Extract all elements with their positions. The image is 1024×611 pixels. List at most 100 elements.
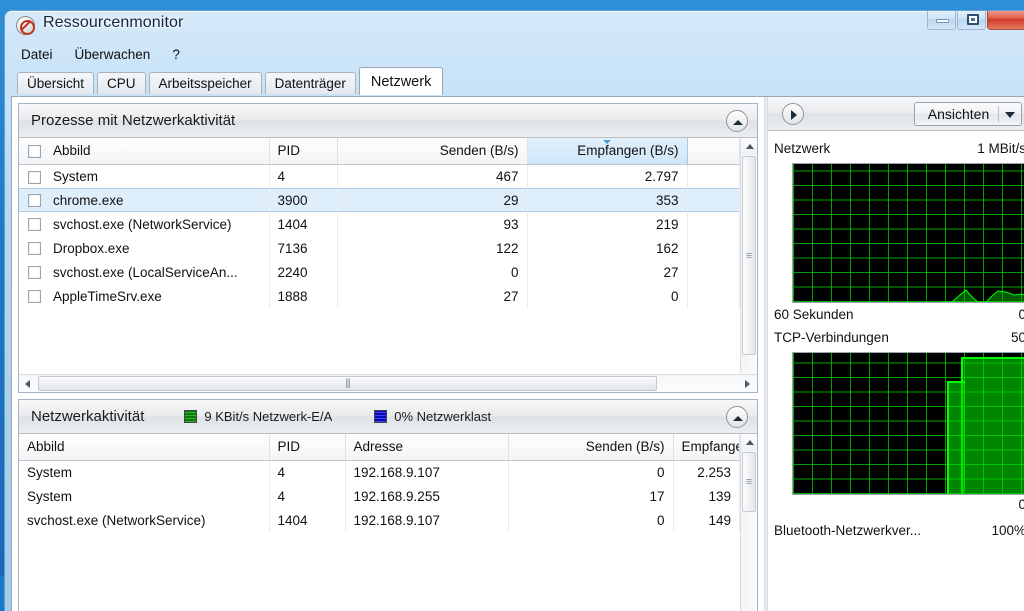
legend-network-load: 0% Netzwerklast [374,409,491,424]
row-checkbox-cell[interactable] [19,188,45,212]
scroll-up-arrow[interactable] [741,434,757,451]
tab-bar: Übersicht CPU Arbeitsspeicher Datenträge… [5,67,1024,95]
table-row[interactable]: AppleTimeSrv.exe 1888 27 0 [19,284,740,308]
row-checkbox[interactable] [28,242,41,256]
activity-collapse-button[interactable] [726,406,748,428]
table-row[interactable]: svchost.exe (LocalServiceAn... 2240 0 27 [19,260,740,284]
activity-panel-header[interactable]: Netzwerkaktivität 9 KBit/s Netzwerk-E/A … [19,400,757,434]
cell-adresse: 192.168.9.255 [345,484,509,508]
axis-min-tcp: 0 [1018,497,1024,512]
scroll-left-arrow[interactable] [19,375,36,392]
cell-abbild: svchost.exe (LocalServiceAn... [45,260,270,284]
network-trace [942,289,1024,302]
row-checkbox[interactable] [28,290,41,304]
table-row[interactable]: svchost.exe (NetworkService) 1404 93 219 [19,212,740,236]
close-button[interactable] [987,11,1024,30]
network-load-swatch [374,410,388,423]
row-checkbox-cell[interactable] [19,260,45,284]
activity-vertical-scrollbar[interactable] [740,434,757,611]
minimize-button[interactable] [927,11,956,30]
row-checkbox[interactable] [28,194,41,208]
processes-panel: Prozesse mit Netzwerkaktivität Abbild PI… [18,103,758,393]
graph-label-netzwerk: Netzwerk 1 MBit/s [774,141,1024,156]
activity-table-viewport: Abbild PID Adresse Senden (B/s) Empfange… [19,434,740,611]
scroll-thumb[interactable] [742,156,756,355]
activity-panel: Netzwerkaktivität 9 KBit/s Netzwerk-E/A … [18,399,758,611]
column-header-spacer [687,138,740,165]
row-checkbox-cell[interactable] [19,212,45,236]
menu-item-datei[interactable]: Datei [19,46,55,63]
column-header-empfangen[interactable]: Empfangen (B/s) [527,138,688,165]
select-all-checkbox[interactable] [28,145,41,159]
cell-empfangen: 27 [527,260,688,284]
cell-adresse: 192.168.9.107 [345,508,509,532]
cell-pid: 1404 [269,508,346,532]
tab-uebersicht[interactable]: Übersicht [17,72,95,94]
column-header-abbild[interactable]: Abbild [45,138,270,165]
graph-label-bluetooth: Bluetooth-Netzwerkver... 100% [774,523,1024,538]
tab-datentraeger[interactable]: Datenträger [264,72,356,94]
cell-abbild: System [45,164,270,188]
table-row[interactable]: System 4 192.168.9.107 0 2.253 [19,460,740,484]
processes-panel-header[interactable]: Prozesse mit Netzwerkaktivität [19,104,757,138]
cell-senden: 17 [508,484,674,508]
cell-senden: 29 [337,188,528,212]
h-scroll-thumb[interactable] [38,376,657,391]
row-checkbox-cell[interactable] [19,236,45,260]
cell-abbild: System [19,484,270,508]
views-button[interactable]: Ansichten [914,102,1022,126]
cell-empfangen: 0 [527,284,688,308]
chevron-down-icon[interactable] [999,106,1021,122]
window-controls [927,11,1024,30]
table-row[interactable]: System 4 467 2.797 [19,164,740,188]
cell-empfangen: 149 [673,508,740,532]
processes-horizontal-scrollbar[interactable] [19,374,757,392]
cell-senden: 0 [508,508,674,532]
processes-vertical-scrollbar[interactable] [740,138,757,373]
network-io-swatch [184,410,198,423]
graph-scale-tcp: 50 [1010,330,1024,345]
scroll-right-arrow[interactable] [740,375,757,392]
table-row[interactable]: chrome.exe 3900 29 353 [19,188,740,212]
column-header-senden[interactable]: Senden (B/s) [508,434,674,461]
cell-senden: 27 [337,284,528,308]
cell-abbild: chrome.exe [45,188,270,212]
row-checkbox[interactable] [28,170,41,184]
table-row[interactable]: Dropbox.exe 7136 122 162 [19,236,740,260]
tab-cpu[interactable]: CPU [97,72,146,94]
client-area: Prozesse mit Netzwerkaktivität Abbild PI… [11,96,1024,611]
column-header-pid[interactable]: PID [269,138,338,165]
table-row[interactable]: svchost.exe (NetworkService) 1404 192.16… [19,508,740,532]
column-header-senden[interactable]: Senden (B/s) [337,138,528,165]
restore-icon [967,14,979,25]
menu-item-help[interactable]: ? [170,46,182,63]
expand-sidebar-button[interactable] [782,103,804,125]
scroll-thumb[interactable] [742,452,756,512]
graph-tcp [792,352,1024,495]
table-row[interactable]: System 4 192.168.9.255 17 139 [19,484,740,508]
restore-button[interactable] [957,11,986,30]
column-header-pid[interactable]: PID [269,434,346,461]
processes-collapse-button[interactable] [726,110,748,132]
menu-item-ueberwachen[interactable]: Überwachen [73,46,153,63]
cell-spacer [687,188,740,212]
minimize-icon [936,19,949,23]
row-checkbox[interactable] [28,266,41,280]
cell-spacer [687,212,740,236]
tab-netzwerk[interactable]: Netzwerk [358,67,444,95]
column-header-empfangen[interactable]: Empfangen (B/s) [673,434,740,461]
cell-pid: 4 [269,484,346,508]
row-checkbox-cell[interactable] [19,164,45,188]
graph-scale-netzwerk: 1 MBit/s [977,141,1024,156]
row-checkbox[interactable] [28,218,41,232]
scroll-up-arrow[interactable] [741,138,757,155]
tab-arbeitsspeicher[interactable]: Arbeitsspeicher [148,72,262,94]
row-checkbox-cell[interactable] [19,284,45,308]
column-header-adresse[interactable]: Adresse [345,434,509,461]
graph-axis-tcp: 0 [774,497,1024,512]
cell-abbild: AppleTimeSrv.exe [45,284,270,308]
cell-senden: 0 [508,460,674,484]
column-header-abbild[interactable]: Abbild [19,434,270,461]
graph-title-netzwerk: Netzwerk [774,141,831,156]
select-all-header[interactable] [19,138,45,165]
